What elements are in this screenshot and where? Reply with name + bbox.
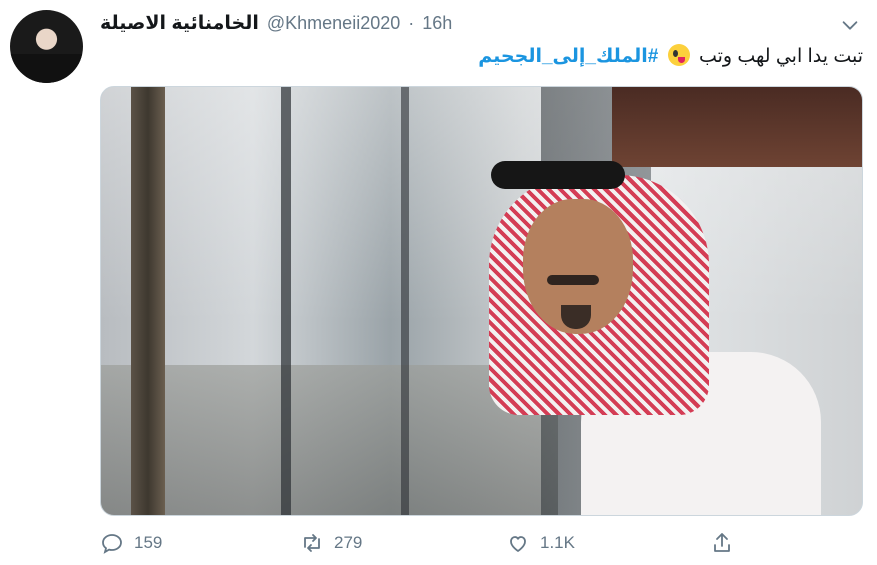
like-count: 1.1K <box>540 533 575 552</box>
photo-person <box>481 147 821 515</box>
reply-button[interactable]: 159 <box>100 531 162 555</box>
reply-icon <box>102 534 122 554</box>
person-mustache <box>547 275 599 285</box>
timestamp[interactable]: 16h <box>422 13 452 34</box>
like-button[interactable]: 1.1K <box>506 531 575 555</box>
tweet-body: تبت يدا ابي لهب وتب <box>698 46 863 67</box>
photo-palm-trunk <box>131 87 165 515</box>
zany-face-icon <box>667 44 690 66</box>
retweet-icon <box>304 534 320 552</box>
tweet-text: تبت يدا ابي لهب وتب #الملك_إلى_الجحيم <box>98 44 863 70</box>
tweet-actions: 159 279 1.1K <box>100 531 840 561</box>
share-button[interactable] <box>710 531 734 555</box>
photo-window-frame <box>281 87 291 515</box>
chevron-down-icon[interactable] <box>839 14 861 36</box>
retweet-count: 279 <box>334 533 363 552</box>
share-icon <box>714 533 730 552</box>
handle[interactable]: @Khmeneii2020 <box>267 13 400 34</box>
reply-count: 159 <box>134 533 163 552</box>
photo-window-frame <box>401 87 409 515</box>
separator-dot: · <box>408 13 415 33</box>
avatar[interactable] <box>10 10 83 83</box>
tweet-photo[interactable] <box>100 86 863 516</box>
display-name[interactable]: الخامنائية الاصيلة <box>100 12 259 35</box>
person-agal <box>491 161 625 189</box>
tweet-header: الخامنائية الاصيلة @Khmeneii2020 · 16h <box>100 12 452 35</box>
like-icon <box>510 536 526 552</box>
retweet-button[interactable]: 279 <box>300 531 362 555</box>
hashtag-link[interactable]: #الملك_إلى_الجحيم <box>478 46 658 67</box>
